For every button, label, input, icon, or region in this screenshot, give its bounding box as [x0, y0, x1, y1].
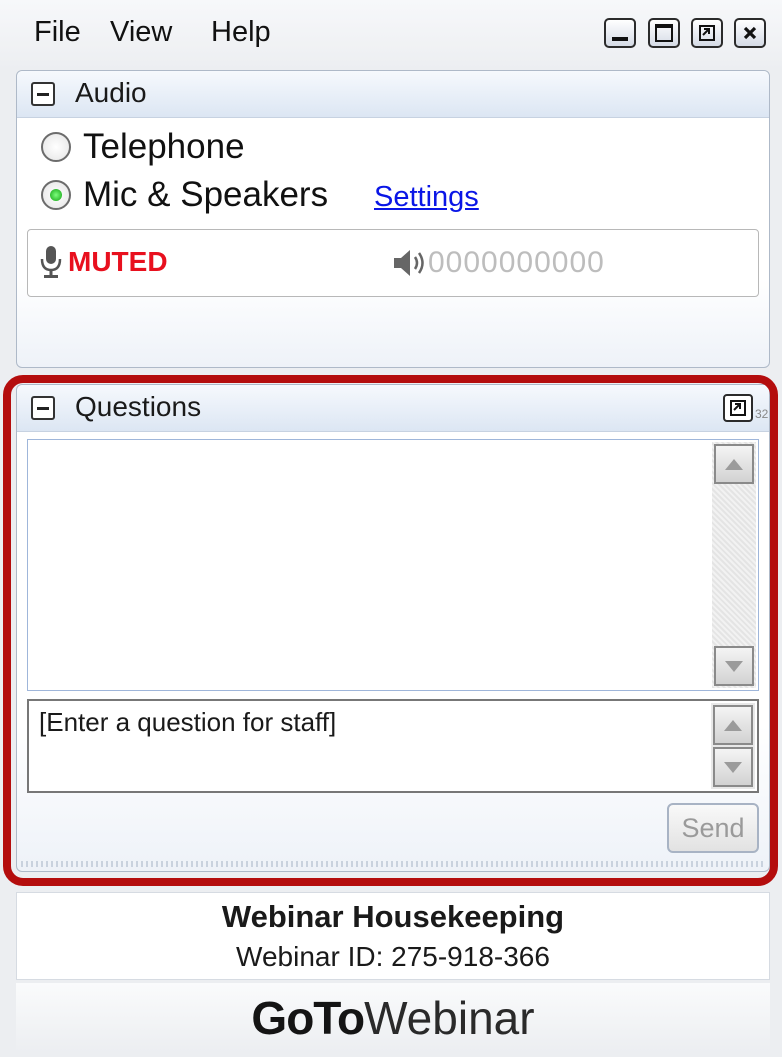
questions-panel-title: Questions: [75, 391, 202, 422]
send-button[interactable]: Send: [667, 803, 759, 853]
input-scroll-up-button[interactable]: [713, 705, 753, 745]
menu-help[interactable]: Help: [211, 16, 271, 49]
questions-popout-button[interactable]: [723, 394, 753, 422]
menu-view[interactable]: View: [110, 16, 172, 49]
audio-status-box: MUTED 0000000000: [27, 229, 759, 297]
brand-bar: GoToWebinar: [16, 983, 770, 1053]
maximize-icon: [655, 24, 673, 42]
input-scrollbar[interactable]: [711, 703, 755, 789]
restore-icon: [699, 25, 715, 41]
minimize-button[interactable]: [604, 18, 636, 48]
questions-collapse-button[interactable]: [31, 396, 55, 420]
side-number: 32: [755, 407, 769, 421]
mic-speakers-label[interactable]: Mic & Speakers: [83, 175, 328, 215]
minus-icon: [37, 406, 49, 410]
log-scroll-up-button[interactable]: [714, 444, 754, 484]
question-input-placeholder: [Enter a question for staff]: [39, 707, 337, 737]
webinar-info: Webinar Housekeeping Webinar ID: 275-918…: [16, 892, 770, 980]
brand-bold: GoTo: [251, 992, 365, 1044]
speaker-icon: [394, 250, 424, 276]
close-icon: [743, 26, 757, 40]
menu-bar: File View Help: [0, 0, 782, 70]
audio-panel-header: Audio: [17, 71, 769, 118]
brand-logo: GoToWebinar: [251, 993, 534, 1043]
audio-collapse-button[interactable]: [31, 82, 55, 106]
audio-panel: Audio Telephone Mic & Speakers Settings …: [16, 70, 770, 368]
resize-grip[interactable]: [21, 861, 765, 867]
webinar-title: Webinar Housekeeping: [221, 899, 565, 934]
microphone-icon: [40, 246, 62, 278]
question-log-scrollbar[interactable]: [712, 442, 756, 688]
mic-muted-status: MUTED: [68, 246, 168, 277]
question-input[interactable]: [Enter a question for staff]: [27, 699, 759, 793]
close-button[interactable]: [734, 18, 766, 48]
question-log[interactable]: [27, 439, 759, 691]
maximize-button[interactable]: [648, 18, 680, 48]
radio-mic-speakers[interactable]: [41, 180, 71, 210]
arrow-up-icon: [724, 719, 742, 731]
popout-icon: [730, 400, 746, 416]
telephone-label[interactable]: Telephone: [83, 127, 245, 167]
log-scroll-down-button[interactable]: [714, 646, 754, 686]
arrow-down-icon: [725, 660, 743, 672]
minimize-icon: [612, 37, 628, 41]
selected-dot: [50, 189, 62, 201]
settings-link[interactable]: Settings: [374, 181, 479, 214]
questions-panel-header: Questions 32: [17, 385, 769, 432]
questions-panel: Questions 32 [Enter a question for staff…: [16, 384, 770, 872]
send-label: Send: [681, 812, 745, 843]
restore-button[interactable]: [691, 18, 723, 48]
brand-light: Webinar: [364, 992, 535, 1044]
minus-icon: [37, 92, 49, 96]
speaker-level-meter: 0000000000: [428, 246, 605, 279]
audio-panel-title: Audio: [75, 77, 147, 108]
arrow-up-icon: [725, 458, 743, 470]
webinar-id: Webinar ID: 275-918-366: [236, 941, 550, 972]
radio-telephone[interactable]: [41, 132, 71, 162]
input-scroll-down-button[interactable]: [713, 747, 753, 787]
menu-file[interactable]: File: [34, 16, 81, 49]
arrow-down-icon: [724, 761, 742, 773]
